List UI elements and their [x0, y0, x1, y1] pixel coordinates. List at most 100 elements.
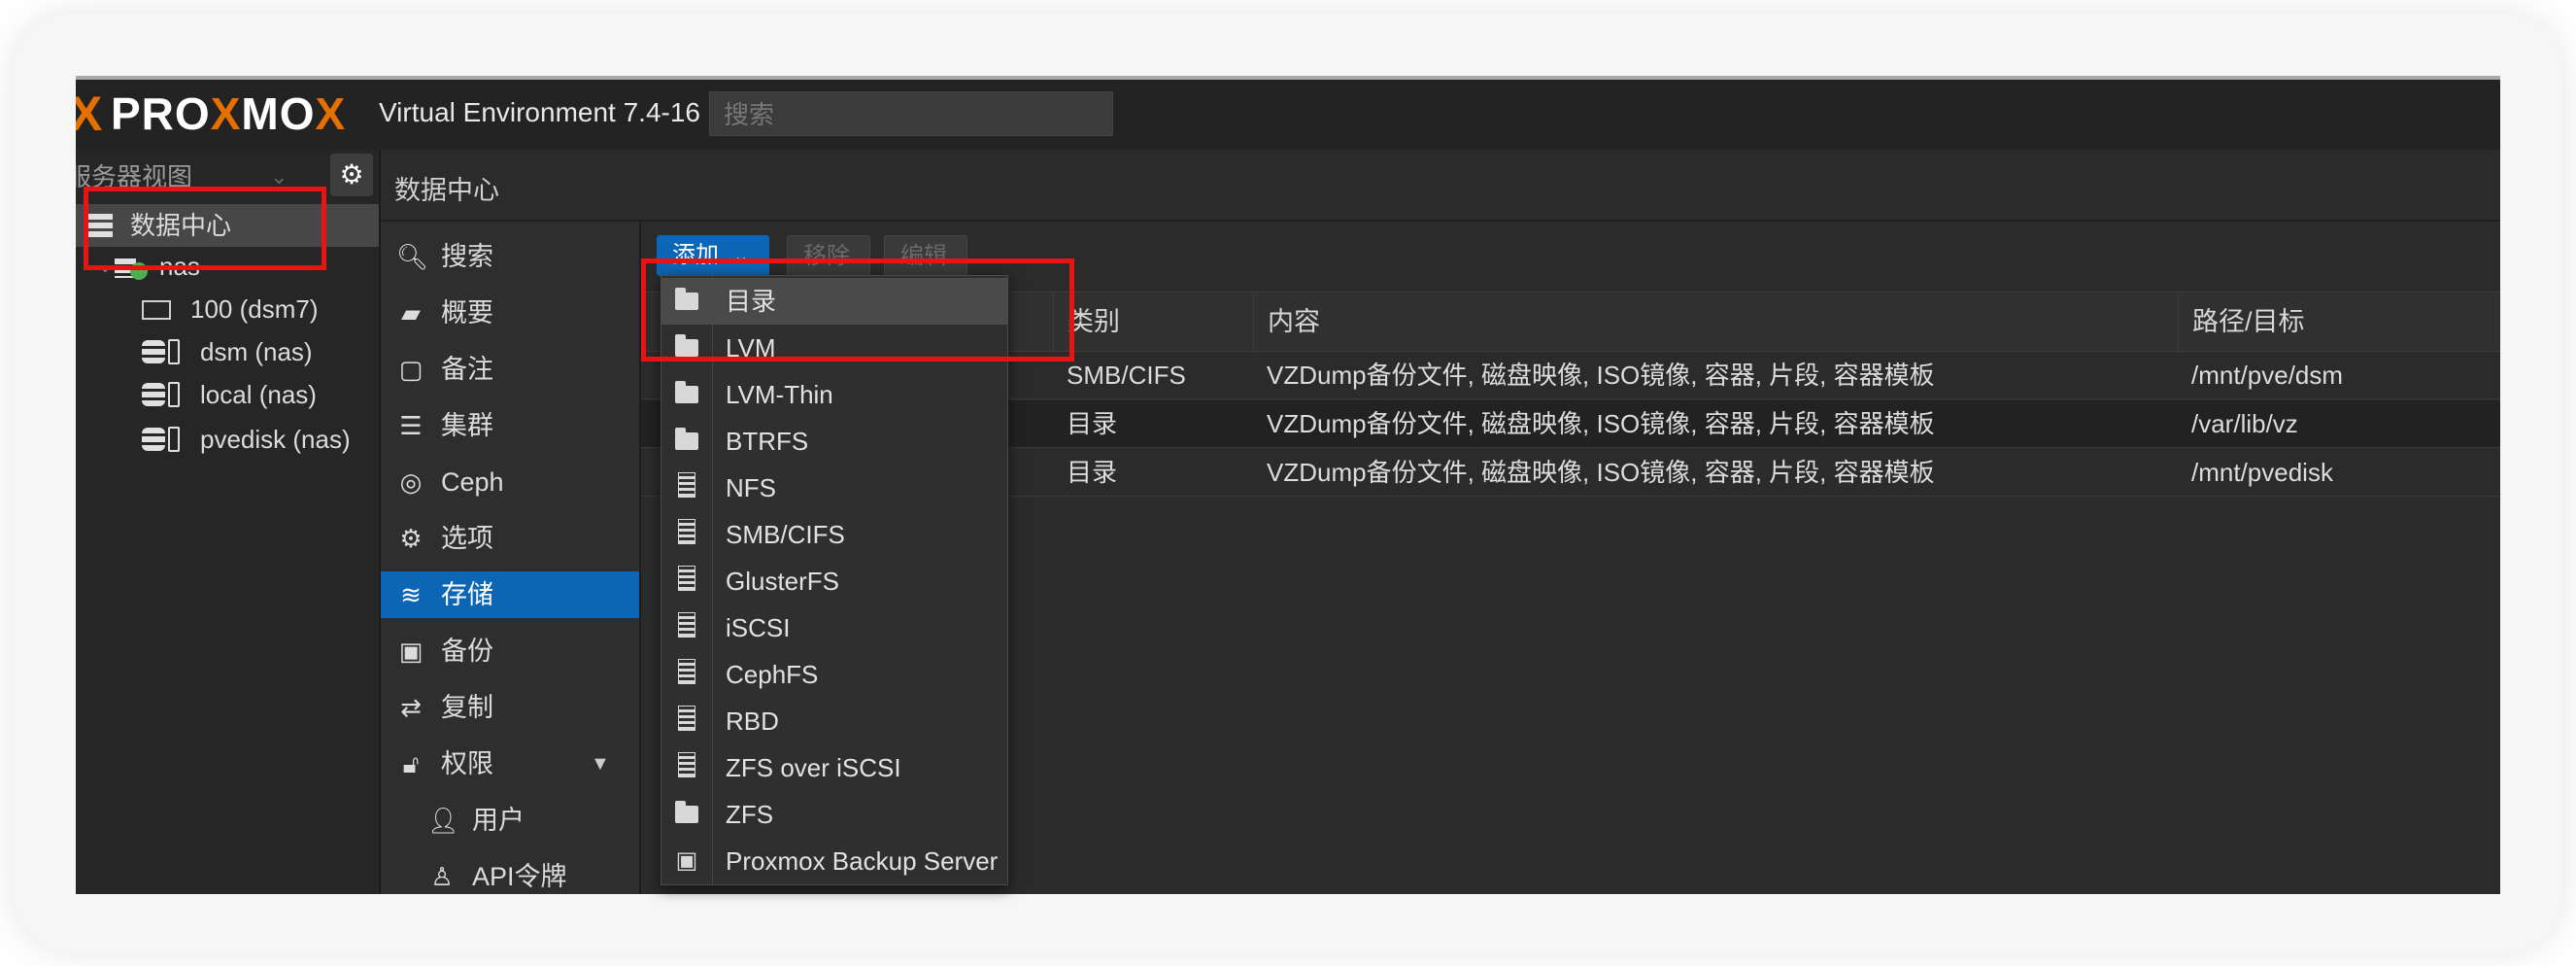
cell-type: SMB/CIFS — [1067, 361, 1186, 390]
building-icon — [673, 651, 700, 698]
dropdown-item-label: SMB/CIFS — [726, 520, 845, 549]
menu-item-storage[interactable]: ≋ 存储 — [381, 571, 639, 618]
folder-icon — [673, 371, 700, 418]
dropdown-item-lvm-thin[interactable]: LVM-Thin — [661, 371, 1007, 418]
building-icon — [673, 604, 700, 651]
folder-icon — [673, 418, 700, 465]
menu-item-notes[interactable]: ▢ 备注 — [381, 346, 639, 393]
ceph-icon: ◎ — [399, 467, 423, 497]
column-header-type[interactable]: 类别 — [1053, 293, 1253, 351]
menu-item-users[interactable]: 👤︎ 用户 — [381, 797, 639, 844]
user-icon: 👤︎ — [427, 806, 460, 835]
book-icon: ▰ — [401, 298, 421, 328]
column-header-label: 路径/目标 — [2192, 307, 2305, 336]
tree-item-label: local (nas) — [200, 380, 317, 409]
top-header: X PROXMOX Virtual Environment 7.4-16 搜索 — [76, 80, 2500, 150]
cell-content: VZDump备份文件, 磁盘映像, ISO镜像, 容器, 片段, 容器模板 — [1267, 361, 1935, 390]
add-storage-dropdown: 目录 LVM LVM-Thin BTRFS NFS SMB/CIFS Glust… — [661, 275, 1008, 885]
dropdown-item-smb-cifs[interactable]: SMB/CIFS — [661, 511, 1007, 558]
building-icon — [673, 511, 700, 558]
column-header-content[interactable]: 内容 — [1253, 293, 2178, 351]
gear-icon: ⚙ — [339, 159, 364, 190]
dropdown-item-label: iSCSI — [726, 613, 791, 642]
menu-label: 选项 — [441, 524, 493, 553]
column-header-path[interactable]: 路径/目标 — [2178, 293, 2500, 351]
menu-label: 复制 — [441, 693, 493, 722]
menu-item-summary[interactable]: ▰ 概要 — [381, 290, 639, 336]
annotation-highlight-dropdown — [641, 259, 1074, 362]
storage-icon — [142, 418, 180, 461]
folder-icon — [673, 791, 700, 838]
building-icon — [673, 558, 700, 604]
proxmox-window: X PROXMOX Virtual Environment 7.4-16 搜索 … — [76, 76, 2500, 894]
menu-item-options[interactable]: ⚙ 选项 — [381, 515, 639, 562]
menu-item-api-tokens[interactable]: ♙ API令牌 — [381, 853, 639, 894]
dropdown-item-btrfs[interactable]: BTRFS — [661, 418, 1007, 465]
breadcrumb: 数据中心 — [381, 150, 2500, 222]
floppy-icon: ▣ — [398, 637, 424, 666]
dropdown-item-iscsi[interactable]: iSCSI — [661, 604, 1007, 651]
menu-label: 备注 — [441, 355, 493, 384]
dropdown-item-label: GlusterFS — [726, 567, 840, 596]
dropdown-item-zfs[interactable]: ZFS — [661, 791, 1007, 838]
menu-label: 存储 — [441, 580, 493, 609]
cell-type: 目录 — [1067, 458, 1118, 487]
floppy-icon: ▣ — [675, 847, 698, 874]
logo-part-1: PRO — [111, 88, 211, 139]
menu-item-search[interactable]: 🔍︎ 搜索 — [381, 233, 639, 280]
building-icon — [673, 744, 700, 791]
proxmox-logo[interactable]: PROXMOX — [111, 89, 346, 138]
tree-gear-button[interactable]: ⚙ — [330, 154, 373, 196]
dropdown-item-cephfs[interactable]: CephFS — [661, 651, 1007, 698]
menu-label: Ceph — [441, 467, 504, 497]
dropdown-item-label: RBD — [726, 707, 779, 736]
logo-part-2: MO — [241, 88, 316, 139]
monitor-icon — [142, 288, 171, 330]
menu-label: API令牌 — [472, 862, 567, 891]
dropdown-item-nfs[interactable]: NFS — [661, 465, 1007, 511]
dropdown-item-zfs-over-iscsi[interactable]: ZFS over iSCSI — [661, 744, 1007, 791]
server-icon: ☰ — [399, 411, 423, 440]
logo-part-x2: X — [315, 88, 347, 139]
cell-path: /mnt/pvedisk — [2191, 458, 2333, 487]
dropdown-item-label: LVM-Thin — [726, 380, 833, 409]
cell-content: VZDump备份文件, 磁盘映像, ISO镜像, 容器, 片段, 容器模板 — [1267, 409, 1935, 438]
menu-label: 用户 — [472, 806, 525, 835]
menu-item-ceph[interactable]: ◎ Ceph — [381, 459, 639, 505]
menu-item-permissions[interactable]: 🔓︎ 权限 ▼ — [381, 741, 639, 787]
cell-path: /mnt/pve/dsm — [2191, 361, 2344, 390]
dropdown-item-rbd[interactable]: RBD — [661, 698, 1007, 744]
tree-item-storage-dsm[interactable]: dsm (nas) — [76, 330, 379, 373]
dropdown-item-label: CephFS — [726, 660, 819, 689]
storage-icon — [142, 373, 180, 416]
version-label: Virtual Environment 7.4-16 — [379, 97, 700, 127]
storage-icon — [142, 330, 180, 373]
menu-label: 权限 — [441, 749, 493, 778]
menu-item-replication[interactable]: ⇄ 复制 — [381, 684, 639, 731]
cell-content: VZDump备份文件, 磁盘映像, ISO镜像, 容器, 片段, 容器模板 — [1267, 458, 1935, 487]
menu-label: 备份 — [441, 637, 493, 666]
page-title: 数据中心 — [394, 176, 499, 205]
cell-path: /var/lib/vz — [2191, 409, 2298, 438]
datacenter-menu: 🔍︎ 搜索 ▰ 概要 ▢ 备注 ☰ 集群 ◎ Ceph ⚙ 选项 ≋ 存储 ▣ 备份 ⇄ 复制 🔓… — [381, 222, 641, 894]
menu-item-cluster[interactable]: ☰ 集群 — [381, 402, 639, 449]
user-outline-icon: ♙ — [430, 862, 454, 891]
dropdown-item-proxmox-backup-server[interactable]: ▣ Proxmox Backup Server — [661, 838, 1007, 884]
dropdown-item-glusterfs[interactable]: GlusterFS — [661, 558, 1007, 604]
building-icon — [673, 698, 700, 744]
dropdown-item-label: ZFS over iSCSI — [726, 753, 901, 782]
search-icon: 🔍︎ — [396, 242, 429, 271]
search-input[interactable]: 搜索 — [709, 91, 1113, 136]
menu-label: 概要 — [441, 298, 493, 328]
dropdown-item-label: ZFS — [726, 800, 774, 829]
gear-icon: ⚙ — [399, 524, 423, 553]
dropdown-item-label: Proxmox Backup Server — [726, 846, 999, 876]
cell-type: 目录 — [1067, 409, 1118, 438]
dropdown-item-label: NFS — [726, 473, 776, 502]
tree-item-storage-pvedisk[interactable]: pvedisk (nas) — [76, 418, 379, 461]
note-icon: ▢ — [398, 355, 424, 384]
annotation-highlight-datacenter — [84, 187, 326, 270]
tree-item-vm[interactable]: 100 (dsm7) — [76, 288, 379, 330]
tree-item-storage-local[interactable]: local (nas) — [76, 373, 379, 416]
menu-item-backup[interactable]: ▣ 备份 — [381, 628, 639, 674]
